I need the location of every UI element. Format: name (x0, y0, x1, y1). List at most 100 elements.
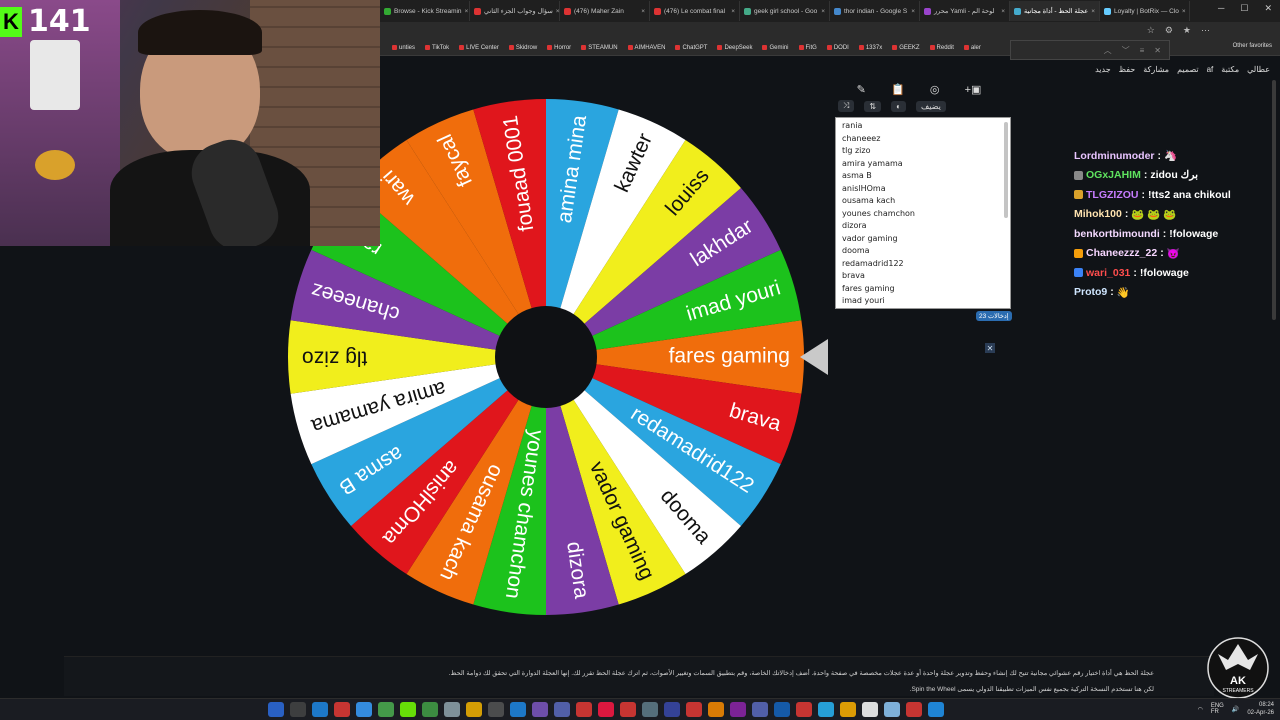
bookmark-item[interactable]: Gemini (762, 45, 789, 51)
taskbar-app-icon[interactable] (488, 702, 504, 717)
other-favorites[interactable]: Other favorites (1233, 43, 1272, 49)
browser-tab[interactable]: geek girl school - Goo × (740, 1, 830, 21)
browser-tab[interactable]: محرر Yamli - لوحة الم × (920, 1, 1010, 21)
name-entry[interactable]: chaneeez (842, 133, 1004, 146)
chat-username[interactable]: OGxJAHIM (1086, 169, 1141, 181)
bookmark-item[interactable]: DODI (826, 45, 849, 51)
taskbar-app-icon[interactable] (796, 702, 812, 717)
browser-tab[interactable]: (476) Maher Zain × (560, 1, 650, 21)
tab-close-icon[interactable]: × (465, 8, 469, 15)
language-indicator[interactable]: ENG FR (1211, 703, 1224, 715)
bookmark-item[interactable]: LIVE Center (459, 45, 499, 51)
name-entry[interactable]: anislHOma (842, 183, 1004, 196)
name-entry[interactable]: dooma (842, 245, 1004, 258)
name-entry[interactable]: amira yamama (842, 158, 1004, 171)
bookmark-item[interactable]: GEEKZ (892, 45, 920, 51)
close-window-icon[interactable]: ✕ (1264, 3, 1272, 14)
taskbar-app-icon[interactable] (356, 702, 372, 717)
tab-close-icon[interactable]: × (1182, 8, 1186, 15)
bookmark-item[interactable]: DeepSeek (717, 45, 752, 51)
taskbar-app-icon[interactable] (840, 702, 856, 717)
wifi-icon[interactable]: ◠ (1198, 706, 1203, 713)
pencil-icon[interactable]: ✎ (857, 83, 866, 96)
shuffle-icon[interactable]: ⤨ (838, 100, 855, 112)
extensions-icon[interactable]: ⚙ (1165, 25, 1173, 36)
bookmark-item[interactable]: FitG (798, 45, 817, 51)
wheel-hub[interactable] (495, 306, 597, 408)
taskbar-app-icon[interactable] (532, 702, 548, 717)
image-icon[interactable]: ◐ (891, 100, 906, 112)
chat-username[interactable]: Mihok100 (1074, 208, 1122, 220)
taskbar-app-icon[interactable] (466, 702, 482, 717)
bookmark-item[interactable]: Reddit (929, 45, 954, 51)
taskbar-app-icon[interactable] (268, 702, 284, 717)
browser-tab[interactable]: Browse - Kick Streamin × (380, 1, 470, 21)
star-icon[interactable]: ☆ (1147, 25, 1155, 36)
bookmark-item[interactable]: Horror (547, 45, 571, 51)
site-nav-item[interactable]: تصميم (1177, 65, 1199, 74)
tab-close-icon[interactable]: × (1001, 8, 1005, 15)
chat-username[interactable]: wari_031 (1086, 267, 1130, 279)
filter-icon[interactable]: ≡ (1140, 46, 1145, 55)
find-bar[interactable]: ︿ ﹀ ≡ ✕ (1010, 40, 1170, 60)
add-wheel-icon[interactable]: +▣ (965, 83, 982, 96)
close-find-icon[interactable]: ✕ (1154, 46, 1161, 55)
name-entry[interactable]: redamadrid122 (842, 258, 1004, 271)
name-entry[interactable]: younes chamchon (842, 208, 1004, 221)
taskbar-app-icon[interactable] (444, 702, 460, 717)
taskbar-app-icon[interactable] (290, 702, 306, 717)
bookmark-item[interactable]: TikTok (425, 45, 449, 51)
tab-close-icon[interactable]: × (641, 8, 645, 15)
chat-username[interactable]: benkortbimoundi (1074, 228, 1160, 240)
bookmark-item[interactable]: Skidrow (508, 45, 537, 51)
browser-tab[interactable]: (476) Le combat final × (650, 1, 740, 21)
browser-tab[interactable]: عجلة الحظ - أداة مجانية × (1010, 1, 1100, 21)
taskbar-app-icon[interactable] (906, 702, 922, 717)
name-entry[interactable]: brava (842, 270, 1004, 283)
bookmark-item[interactable]: 1337x (858, 45, 882, 51)
add-button[interactable]: يضيف (915, 100, 946, 112)
bookmark-item[interactable]: AIMHAVEN (627, 45, 665, 51)
maximize-icon[interactable]: ☐ (1240, 3, 1248, 14)
taskbar-app-icon[interactable] (774, 702, 790, 717)
chevron-up-icon[interactable]: ︿ (1104, 45, 1112, 56)
name-entry[interactable]: tlg zizo (842, 145, 1004, 158)
hide-icon[interactable]: ◎ (930, 83, 940, 96)
name-entry[interactable]: imad youri (842, 295, 1004, 308)
tab-close-icon[interactable]: × (911, 8, 915, 15)
taskbar-app-icon[interactable] (554, 702, 570, 717)
taskbar-app-icon[interactable] (928, 702, 944, 717)
taskbar-app-icon[interactable] (642, 702, 658, 717)
chat-username[interactable]: Proto9 (1074, 286, 1107, 298)
name-entry[interactable]: fares gaming (842, 283, 1004, 296)
name-entry[interactable]: dizora (842, 220, 1004, 233)
clock[interactable]: 08:24 02-Apr-26 (1247, 701, 1274, 717)
names-textarea[interactable]: rania chaneeez tlg zizo amira yamama asma Ba… (835, 117, 1011, 309)
taskbar-app-icon[interactable] (400, 702, 416, 717)
site-nav-item[interactable]: af (1207, 65, 1214, 74)
page-scrollbar[interactable] (1272, 80, 1276, 320)
address-bar[interactable]: ☆ ⚙ ★ ⋯ (380, 22, 1280, 40)
bookmark-item[interactable]: aler (963, 45, 981, 51)
favorites-icon[interactable]: ★ (1183, 25, 1191, 36)
browser-tab[interactable]: Loyalty | BotRix — Clo × (1100, 1, 1190, 21)
name-entry[interactable]: asma B (842, 170, 1004, 183)
volume-icon[interactable]: 🔊 (1232, 706, 1239, 713)
sort-icon[interactable]: ⇅ (864, 100, 882, 112)
chat-username[interactable]: Chaneezzz_22 (1086, 247, 1157, 259)
taskbar-app-icon[interactable] (730, 702, 746, 717)
browser-tab[interactable]: سؤال وجواب الجزء الثاني × (470, 1, 560, 21)
taskbar-app-icon[interactable] (378, 702, 394, 717)
site-nav-item[interactable]: عطالي (1247, 65, 1270, 74)
site-nav-item[interactable]: جديد (1095, 65, 1111, 74)
taskbar-app-icon[interactable] (620, 702, 636, 717)
taskbar-app-icon[interactable] (818, 702, 834, 717)
taskbar-app-icon[interactable] (752, 702, 768, 717)
taskbar-app-icon[interactable] (510, 702, 526, 717)
name-entry[interactable]: ousama kach (842, 195, 1004, 208)
taskbar-app-icon[interactable] (664, 702, 680, 717)
taskbar-app-icon[interactable] (884, 702, 900, 717)
taskbar-app-icon[interactable] (862, 702, 878, 717)
clipboard-icon[interactable]: 📋 (891, 83, 905, 96)
browser-tab[interactable]: thor indian - Google S × (830, 1, 920, 21)
